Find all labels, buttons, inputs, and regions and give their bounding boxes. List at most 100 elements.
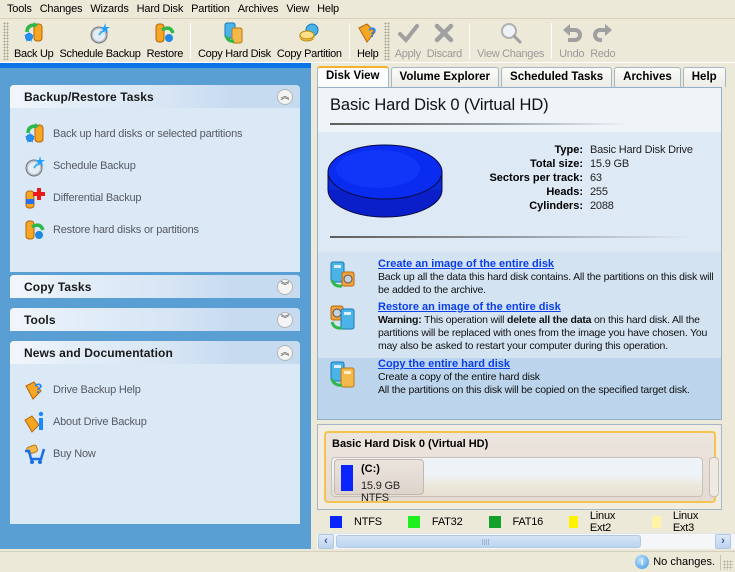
- redo-icon: [592, 22, 614, 44]
- undo-button[interactable]: Undo: [556, 19, 587, 61]
- resize-grip[interactable]: [723, 560, 733, 570]
- menu-changes[interactable]: Changes: [36, 0, 87, 19]
- task-item-drive-backup-help[interactable]: ? Drive Backup Help: [24, 374, 300, 406]
- copy-hard-disk-button[interactable]: Copy Hard Disk: [195, 19, 274, 61]
- task-panel-body: ? Drive Backup Help About Drive Backup Buy …: [10, 364, 300, 524]
- magnifier-icon: [500, 22, 522, 44]
- task-panel-header[interactable]: Copy Tasks ︾: [10, 275, 300, 298]
- toolbar-separator: [348, 23, 350, 59]
- scroll-right-button[interactable]: ›: [715, 534, 731, 549]
- task-item-schedule-backup[interactable]: Schedule Backup: [24, 150, 300, 182]
- property-row: Total size: 15.9 GB: [448, 157, 693, 171]
- property-row: Heads: 255: [448, 185, 693, 199]
- expand-chevron-icon[interactable]: ︾: [277, 311, 293, 328]
- task-item-about-drive-backup[interactable]: About Drive Backup: [24, 406, 300, 438]
- property-key: Heads:: [546, 186, 583, 198]
- task-item-buy-now[interactable]: Buy Now: [24, 438, 300, 470]
- collapse-chevron-icon[interactable]: ︽: [277, 88, 293, 105]
- legend-item-fat16: FAT16: [488, 516, 544, 528]
- tab-disk-view[interactable]: Disk View: [317, 66, 389, 88]
- task-item-label: Schedule Backup: [53, 160, 136, 172]
- menu-partition[interactable]: Partition: [187, 0, 234, 19]
- action-create-image: Create an image of the entire disk Back …: [328, 258, 718, 297]
- menu-view[interactable]: View: [282, 0, 313, 19]
- disk-map-disk[interactable]: Basic Hard Disk 0 (Virtual HD) (C:) 15.9…: [324, 431, 719, 504]
- disk-map: Basic Hard Disk 0 (Virtual HD) (C:) 15.9…: [317, 424, 722, 510]
- restore-button[interactable]: Restore: [144, 19, 186, 61]
- task-panel-tools: Tools ︾: [10, 308, 300, 331]
- partition-name: (C:): [361, 463, 380, 475]
- task-panel-title: Backup/Restore Tasks: [24, 89, 154, 104]
- menu-wizards[interactable]: Wizards: [86, 0, 132, 19]
- view-changes-button[interactable]: View Changes: [474, 19, 547, 61]
- unallocated-slot[interactable]: [709, 457, 719, 497]
- collapse-chevron-icon[interactable]: ︽: [277, 344, 293, 361]
- restore-icon: [24, 219, 46, 241]
- restore-image-link[interactable]: Restore an image of the entire disk: [378, 301, 718, 314]
- property-row: Sectors per track: 63: [448, 171, 693, 185]
- action-restore-image: Restore an image of the entire disk Warn…: [328, 301, 718, 353]
- partition-color-swatch: [341, 465, 353, 491]
- cart-icon: [24, 443, 46, 465]
- horizontal-scrollbar[interactable]: ‹ ›: [317, 533, 735, 549]
- tab-volume-explorer[interactable]: Volume Explorer: [390, 67, 500, 87]
- task-panel-news-and-documentation: News and Documentation ︽ ? Drive Backup Hel…: [10, 341, 300, 524]
- toolbar-grip[interactable]: [383, 22, 390, 60]
- action-copy-disk: Copy the entire hard disk Create a copy …: [328, 358, 718, 397]
- task-panel-header[interactable]: Backup/Restore Tasks ︽: [10, 85, 300, 108]
- legend-item-ntfs: NTFS: [330, 516, 382, 528]
- help-icon: ?: [357, 22, 379, 44]
- copy-partition-button[interactable]: Copy Partition: [274, 19, 345, 61]
- task-panel-title: News and Documentation: [24, 345, 173, 360]
- create-image-link[interactable]: Create an image of the entire disk: [378, 258, 718, 271]
- menu-tools[interactable]: Tools: [3, 0, 36, 19]
- tab-scheduled-tasks[interactable]: Scheduled Tasks: [501, 67, 613, 87]
- button-label: View Changes: [476, 48, 545, 60]
- property-row: Cylinders: 2088: [448, 199, 693, 213]
- scroll-thumb[interactable]: [336, 535, 641, 548]
- svg-text:?: ?: [34, 380, 43, 396]
- create-image-description: Back up all the data this hard disk cont…: [378, 271, 714, 296]
- partition-c[interactable]: (C:) 15.9 GB NTFS: [334, 459, 424, 504]
- help-button[interactable]: ? Help: [354, 19, 382, 61]
- legend-swatch: [407, 516, 420, 528]
- restore-image-description: Warning: This operation will delete all …: [378, 314, 718, 353]
- back-up-button[interactable]: Back Up: [11, 19, 56, 61]
- partition-track: (C:) 15.9 GB NTFS: [331, 457, 703, 504]
- scroll-left-button[interactable]: ‹: [318, 534, 334, 549]
- legend-swatch: [569, 516, 578, 528]
- menu-help[interactable]: Help: [313, 0, 343, 19]
- menu-archives[interactable]: Archives: [234, 0, 283, 19]
- task-item-differential-backup[interactable]: Differential Backup: [24, 182, 300, 214]
- button-label: Copy Hard Disk: [198, 48, 271, 60]
- status-separator: [720, 555, 721, 570]
- x-icon: [433, 22, 455, 44]
- svg-text:?: ?: [368, 24, 377, 40]
- schedule-backup-button[interactable]: Schedule Backup: [56, 19, 143, 61]
- toolbar-grip[interactable]: [3, 22, 9, 60]
- menu-hard-disk[interactable]: Hard Disk: [133, 0, 188, 19]
- task-item-back-up-hard-disks-or-selected-partitions[interactable]: Back up hard disks or selected partition…: [24, 118, 300, 150]
- filesystem-legend: NTFS FAT32 FAT16 Linux Ext2 Linux Ext3: [330, 510, 735, 534]
- redo-button[interactable]: Redo: [587, 19, 618, 61]
- apply-button[interactable]: Apply: [392, 19, 424, 61]
- tab-help[interactable]: Help: [682, 67, 726, 87]
- legend-label: Linux Ext2: [589, 510, 616, 534]
- toolbar-separator: [551, 23, 553, 59]
- property-key: Cylinders:: [529, 200, 583, 212]
- property-value: 2088: [590, 200, 614, 212]
- discard-button[interactable]: Discard: [424, 19, 465, 61]
- legend-label: FAT16: [512, 516, 544, 528]
- checkmark-icon: [397, 22, 419, 44]
- copy-hard-disk-icon: [328, 358, 358, 394]
- task-panel-header[interactable]: Tools ︾: [10, 308, 300, 331]
- disk-image-create-icon: [328, 258, 358, 294]
- expand-chevron-icon[interactable]: ︾: [277, 278, 293, 295]
- task-item-label: Back up hard disks or selected partition…: [53, 128, 243, 140]
- legend-label: NTFS: [354, 516, 382, 528]
- task-panel-header[interactable]: News and Documentation ︽: [10, 341, 300, 364]
- copy-partition-icon: [298, 22, 320, 44]
- task-item-restore-hard-disks-or-partitions[interactable]: Restore hard disks or partitions: [24, 214, 300, 246]
- copy-disk-link[interactable]: Copy the entire hard disk: [378, 358, 718, 371]
- tab-archives[interactable]: Archives: [614, 67, 681, 87]
